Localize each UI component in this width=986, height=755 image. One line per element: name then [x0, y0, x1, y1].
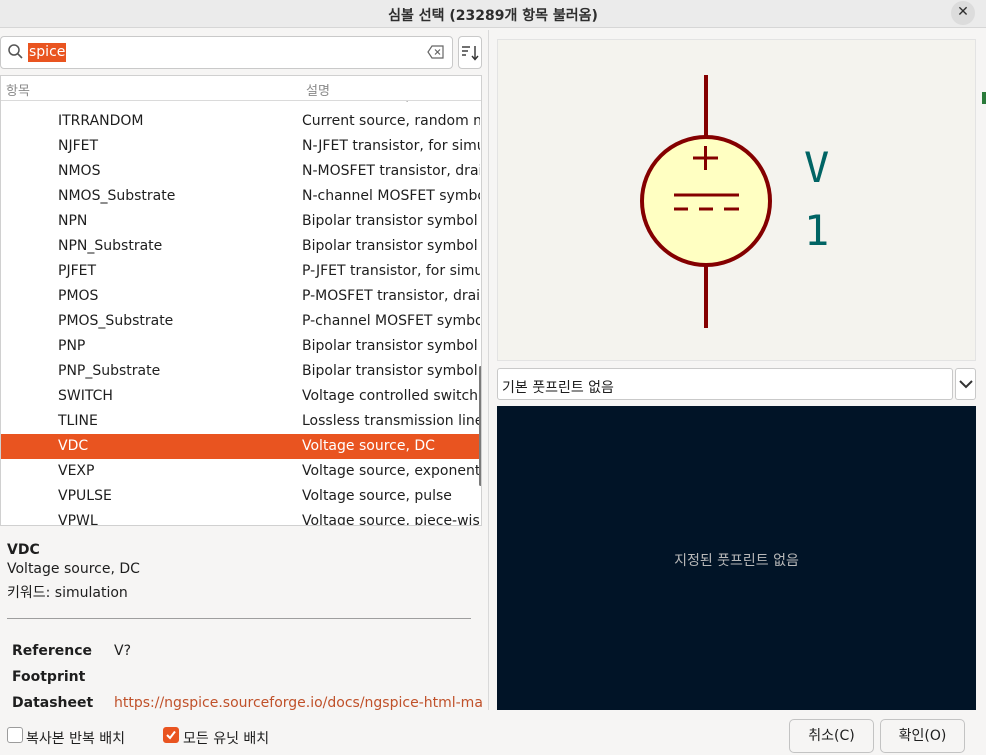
list-item[interactable]: ITRRANDOM Current source, random noise: [1, 109, 481, 134]
list-item-name: PNP_Substrate: [58, 363, 161, 379]
list-item-description: Bipolar transistor symbol for: [302, 213, 480, 229]
footprint-select-value: 기본 풋프린트 없음: [502, 380, 614, 396]
chevron-down-icon: [959, 380, 973, 389]
list-item-description: Voltage source, piece-wise linear: [302, 513, 480, 526]
datasheet-link[interactable]: https://ngspice.sourceforge.io/docs/ngsp…: [114, 695, 482, 710]
list-item-name: NPN_Substrate: [58, 238, 163, 254]
list-item-name: VPWL: [58, 513, 98, 526]
detail-separator: [7, 618, 471, 619]
list-header: 항목 설명: [1, 76, 481, 101]
list-item[interactable]: NPN Bipolar transistor symbol for: [1, 209, 481, 234]
list-item-description: Lossless transmission line, for: [302, 413, 480, 429]
list-item-description: N-JFET transistor, for simulation: [302, 138, 480, 154]
list-item[interactable]: NPN_Substrate Bipolar transistor symbol f…: [1, 234, 481, 259]
list-item[interactable]: NMOS_Substrate N-channel MOSFET symbol: [1, 184, 481, 209]
list-item-description: Voltage source, exponential: [302, 463, 480, 479]
clear-search-icon[interactable]: [427, 45, 445, 59]
list-item[interactable]: NMOS N-MOSFET transistor, drain: [1, 159, 481, 184]
field-label-footprint: Footprint: [12, 669, 86, 685]
close-icon: ✕: [957, 4, 969, 20]
list-item-name: NPN: [58, 213, 88, 229]
list-item-name: PJFET: [58, 263, 97, 279]
list-item-name: TLINE: [58, 413, 98, 429]
list-item[interactable]: VEXP Voltage source, exponential: [1, 459, 481, 484]
list-item-name: NMOS: [58, 163, 101, 179]
list-item[interactable]: PMOS P-MOSFET transistor, drain: [1, 284, 481, 309]
symbol-preview: V 1: [497, 39, 976, 361]
footprint-dropdown-button[interactable]: [955, 368, 976, 400]
search-icon: [8, 44, 23, 59]
voltage-source-symbol: V 1: [640, 75, 829, 328]
close-button[interactable]: ✕: [951, 1, 975, 25]
list-item[interactable]: PNP_Substrate Bipolar transistor symbol f…: [1, 359, 481, 384]
list-item-name: ITRRANDOM: [58, 113, 144, 129]
symbol-reference: V: [804, 143, 829, 192]
list-item-description: P-channel MOSFET symbol: [302, 313, 480, 329]
list-item[interactable]: PMOS_Substrate P-channel MOSFET symbol: [1, 309, 481, 334]
window-title: 심볼 선택 (23289개 항목 불러옴): [388, 8, 598, 24]
footprint-empty-message: 지정된 풋프린트 없음: [674, 553, 799, 569]
cancel-button[interactable]: 취소(C): [789, 719, 874, 753]
search-input[interactable]: spice: [28, 43, 67, 62]
list-item-description: Voltage source, pulse: [302, 488, 452, 504]
list-item[interactable]: PNP Bipolar transistor symbol for: [1, 334, 481, 359]
repeat-placement-label[interactable]: 복사본 반복 배치: [26, 728, 125, 748]
field-label-reference: Reference: [12, 643, 93, 659]
list-item[interactable]: VPULSE Voltage source, pulse: [1, 484, 481, 509]
list-item-description: P-MOSFET transistor, drain: [302, 288, 480, 304]
list-item[interactable]: TLINE Lossless transmission line, for: [1, 409, 481, 434]
list-item[interactable]: NJFET N-JFET transistor, for simulation: [1, 134, 481, 159]
sort-button[interactable]: [458, 36, 482, 69]
background-window-edge: [982, 92, 986, 104]
symbol-details: VDC Voltage source, DC 키워드: simulation R…: [0, 530, 482, 710]
footprint-preview: 지정된 풋프린트 없음: [497, 406, 976, 710]
place-all-units-label[interactable]: 모든 유닛 배치: [183, 728, 269, 748]
checkmark-icon: [166, 730, 176, 740]
detail-keywords: 키워드: simulation: [7, 585, 128, 601]
ok-button[interactable]: 확인(O): [880, 719, 965, 753]
place-all-units-checkbox[interactable]: [163, 727, 179, 743]
detail-description: Voltage source, DC: [7, 561, 140, 577]
pane-divider[interactable]: [488, 30, 489, 710]
list-scrollbar[interactable]: [479, 366, 481, 486]
list-rows: ITRNOISECurrent source, transient noiseI…: [1, 84, 481, 526]
list-item-name: NMOS_Substrate: [58, 188, 176, 204]
list-item[interactable]: SWITCH Voltage controlled switch symbol: [1, 384, 481, 409]
list-item[interactable]: VDC Voltage source, DC: [1, 434, 481, 459]
list-item[interactable]: VPWL Voltage source, piece-wise linear: [1, 509, 481, 526]
list-item-description: Bipolar transistor symbol for: [302, 338, 480, 354]
list-item-description: Bipolar transistor symbol for: [302, 238, 480, 254]
title-bar: 심볼 선택 (23289개 항목 불러옴) ✕: [0, 0, 986, 28]
list-item-name: PMOS_Substrate: [58, 313, 174, 329]
column-header-description[interactable]: 설명: [306, 80, 330, 99]
field-value-reference: V?: [114, 643, 132, 659]
footprint-select[interactable]: 기본 풋프린트 없음: [497, 368, 953, 400]
detail-name: VDC: [7, 542, 40, 558]
list-item-name: PNP: [58, 338, 86, 354]
list-item-name: SWITCH: [58, 388, 113, 404]
search-box[interactable]: spice: [0, 36, 453, 69]
sort-icon: [462, 46, 479, 61]
list-item-description: Voltage controlled switch symbol: [302, 388, 480, 404]
list-item-description: Current source, random noise: [302, 113, 480, 129]
list-item-name: NJFET: [58, 138, 99, 154]
repeat-placement-checkbox[interactable]: [7, 727, 23, 743]
column-header-item[interactable]: 항목: [6, 80, 30, 99]
list-item-description: Bipolar transistor symbol for: [302, 363, 480, 379]
list-item-name: VDC: [58, 438, 89, 454]
list-item-description: N-channel MOSFET symbol: [302, 188, 480, 204]
symbol-list[interactable]: 항목 설명 ITRNOISECurrent source, transient …: [0, 75, 482, 526]
list-item[interactable]: PJFET P-JFET transistor, for simulation: [1, 259, 481, 284]
field-label-datasheet: Datasheet: [12, 695, 94, 710]
list-item-description: P-JFET transistor, for simulation: [302, 263, 480, 279]
list-item-name: VPULSE: [58, 488, 112, 504]
list-item-description: N-MOSFET transistor, drain: [302, 163, 480, 179]
symbol-value: 1: [804, 206, 829, 255]
list-item-name: VEXP: [58, 463, 95, 479]
list-item-name: PMOS: [58, 288, 99, 304]
list-item-description: Voltage source, DC: [302, 438, 435, 454]
